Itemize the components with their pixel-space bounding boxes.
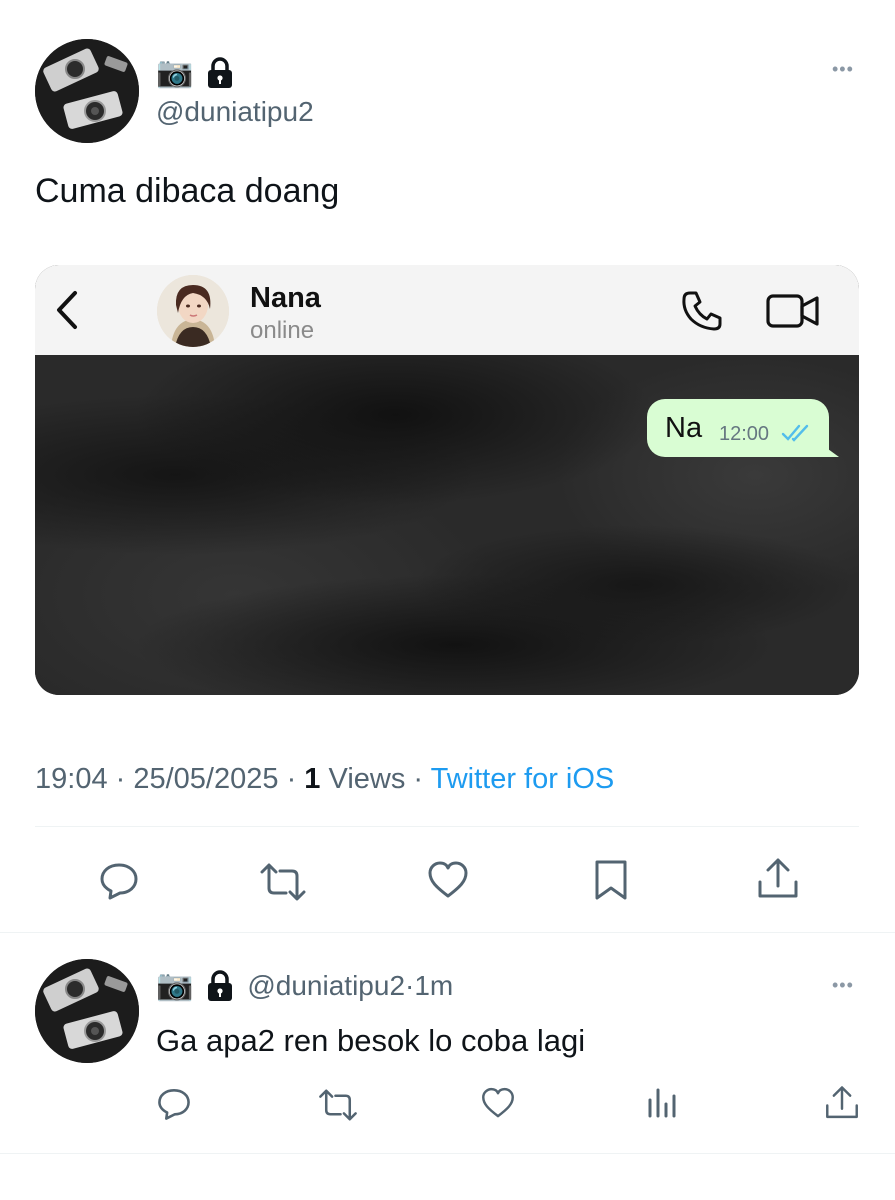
separator: · bbox=[405, 970, 415, 1001]
separator: · bbox=[278, 763, 305, 795]
video-call-icon[interactable] bbox=[765, 291, 821, 336]
tweet-text: Cuma dibaca doang bbox=[35, 172, 340, 210]
reply-icon[interactable] bbox=[98, 860, 140, 902]
bookmark-icon[interactable] bbox=[593, 858, 629, 902]
chat-background: Na 12:00 bbox=[35, 355, 859, 695]
tweet-time: 19:04 bbox=[35, 763, 108, 795]
tweet-handle[interactable]: @duniatipu2 bbox=[156, 95, 314, 129]
chat-header: Nana online bbox=[35, 265, 859, 355]
contact-avatar bbox=[157, 275, 229, 347]
chat-screenshot-card[interactable]: Nana online Na 12:00 bbox=[35, 265, 859, 695]
reply-icon[interactable] bbox=[156, 1086, 192, 1122]
more-options-icon[interactable]: ••• bbox=[832, 976, 854, 994]
separator: · bbox=[107, 763, 134, 795]
share-icon[interactable] bbox=[756, 856, 800, 902]
reply-text: Ga apa2 ren besok lo coba lagi bbox=[156, 1023, 586, 1058]
views-count: 1 bbox=[304, 763, 321, 795]
tweet-source-link[interactable]: Twitter for iOS bbox=[431, 763, 615, 795]
back-chevron-icon bbox=[53, 289, 83, 336]
separator: · bbox=[405, 763, 431, 795]
divider bbox=[0, 1153, 895, 1154]
more-options-icon[interactable]: ••• bbox=[832, 60, 854, 78]
message-text: Na bbox=[665, 412, 703, 444]
like-icon[interactable] bbox=[480, 1086, 516, 1120]
camera-emoji: 📷 bbox=[156, 56, 194, 89]
reply-handle[interactable]: @duniatipu2 bbox=[247, 969, 405, 1003]
contact-photo-icon bbox=[157, 275, 229, 347]
divider bbox=[0, 932, 895, 933]
lock-icon bbox=[205, 970, 235, 1002]
retweet-icon[interactable] bbox=[317, 1088, 359, 1122]
contact-name: Nana bbox=[250, 282, 321, 314]
divider bbox=[35, 826, 859, 827]
reply-avatar[interactable] bbox=[35, 959, 139, 1063]
reply-age[interactable]: 1m bbox=[414, 969, 453, 1003]
tweet-date: 25/05/2025 bbox=[133, 763, 279, 795]
views-label: Views bbox=[320, 763, 406, 795]
retweet-icon[interactable] bbox=[258, 862, 308, 902]
read-double-check-icon bbox=[781, 423, 813, 448]
views-icon[interactable] bbox=[646, 1086, 678, 1120]
avatar[interactable] bbox=[35, 39, 139, 143]
tweet-meta: 19:04 · 25/05/2025 · 1 Views · Twitter f… bbox=[35, 761, 614, 797]
message-time: 12:00 bbox=[719, 423, 770, 445]
share-icon[interactable] bbox=[824, 1084, 860, 1122]
lock-icon bbox=[205, 57, 235, 89]
contact-status: online bbox=[250, 317, 315, 344]
camera-emoji: 📷 bbox=[156, 969, 194, 1002]
outgoing-message-bubble[interactable]: Na 12:00 bbox=[647, 399, 829, 457]
camera-photo-avatar-icon bbox=[35, 959, 139, 1063]
phone-call-icon[interactable] bbox=[680, 289, 724, 338]
like-icon[interactable] bbox=[426, 860, 470, 900]
camera-photo-avatar-icon bbox=[35, 39, 139, 143]
